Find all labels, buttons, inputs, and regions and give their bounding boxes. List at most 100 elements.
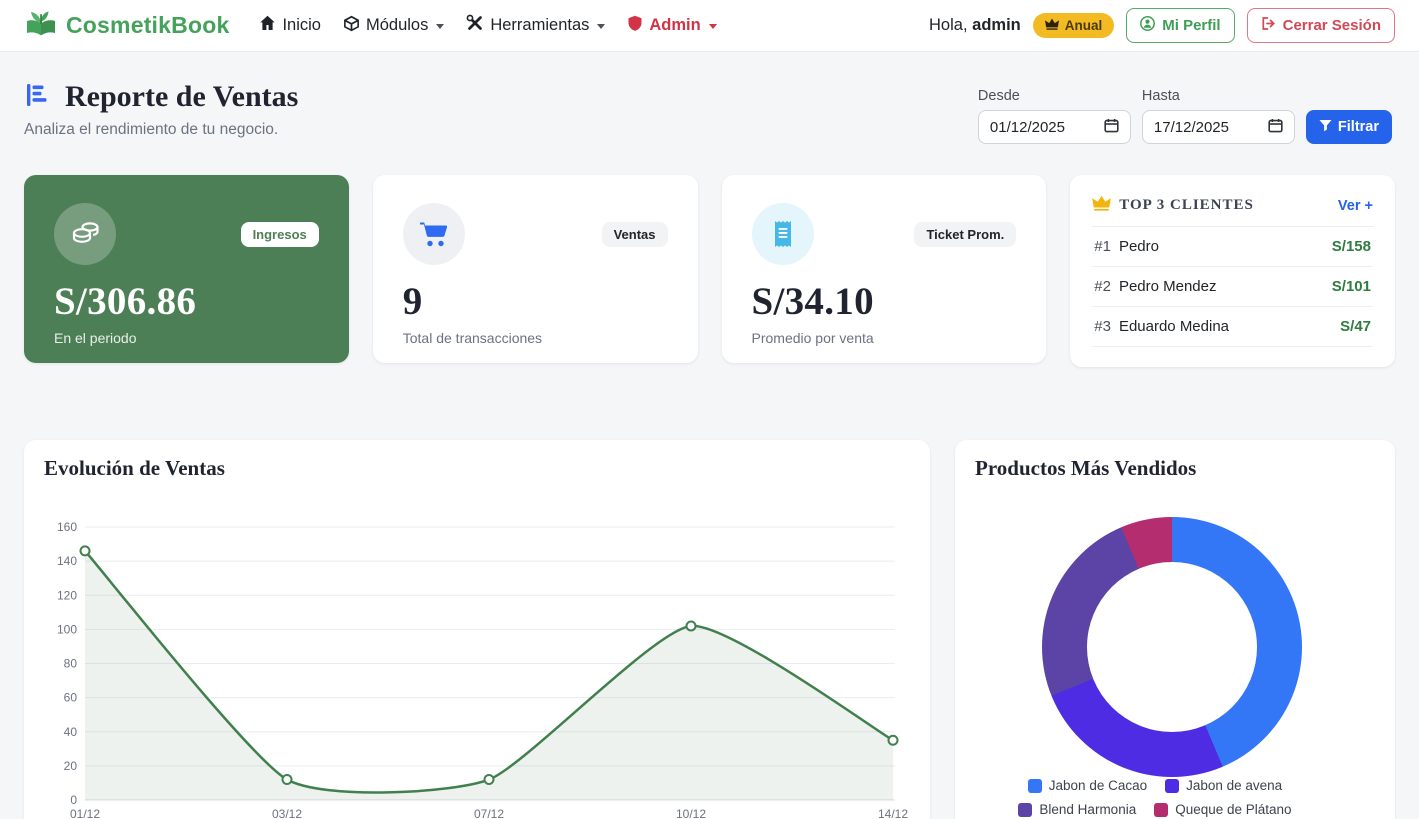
- nav-item-inicio[interactable]: Inicio: [259, 15, 321, 36]
- navbar: CosmetikBook Inicio Módulos: [0, 0, 1419, 52]
- svg-text:160: 160: [57, 520, 77, 534]
- nav-item-modulos[interactable]: Módulos: [343, 15, 444, 37]
- client-rank: #1: [1094, 238, 1111, 255]
- main-nav: Inicio Módulos Herramientas: [259, 14, 716, 37]
- home-icon: [259, 15, 276, 36]
- sales-line-chart: 02040608010012014016001/1203/1207/1210/1…: [44, 485, 910, 819]
- profile-button[interactable]: Mi Perfil: [1126, 8, 1234, 43]
- page-title: Reporte de Ventas: [65, 80, 298, 114]
- client-amount: S/47: [1340, 318, 1371, 335]
- shield-icon: [627, 15, 643, 37]
- brand[interactable]: CosmetikBook: [24, 8, 229, 43]
- kpi-value-ventas: 9: [403, 282, 668, 321]
- legend-item-2[interactable]: Jabon de avena: [1165, 778, 1282, 793]
- cart-icon: [403, 203, 465, 265]
- kpi-caption-ticket: Promedio por venta: [752, 330, 1017, 346]
- kpi-card-ingresos: Ingresos S/306.86 En el periodo: [24, 175, 349, 363]
- date-to-input[interactable]: 17/12/2025: [1142, 110, 1295, 144]
- products-donut-chart: [1042, 517, 1302, 777]
- funnel-icon: [1319, 119, 1332, 136]
- tools-icon: [466, 14, 484, 37]
- svg-text:60: 60: [64, 691, 78, 705]
- sales-evolution-card: Evolución de Ventas 02040608010012014016…: [24, 440, 930, 819]
- client-row-3: #3 Eduardo Medina S/47: [1092, 307, 1373, 347]
- client-name: Pedro Mendez: [1119, 278, 1217, 295]
- nav-item-herramientas[interactable]: Herramientas: [466, 14, 605, 37]
- chevron-down-icon: [597, 24, 605, 29]
- donut-legend: Jabon de Cacao Jabon de avena Blend Harmon…: [965, 778, 1345, 817]
- chevron-down-icon: [436, 24, 444, 29]
- legend-label: Blend Harmonia: [1039, 802, 1136, 817]
- svg-text:120: 120: [57, 588, 77, 602]
- kpi-badge-ticket: Ticket Prom.: [914, 222, 1016, 247]
- donut-chart-title: Productos Más Vendidos: [975, 456, 1375, 481]
- calendar-icon[interactable]: [1268, 118, 1283, 137]
- legend-swatch: [1028, 779, 1042, 793]
- nav-label-inicio: Inicio: [282, 16, 321, 35]
- svg-text:0: 0: [70, 793, 77, 807]
- client-rank: #3: [1094, 318, 1111, 335]
- navbar-right: Hola, admin Anual Mi Perfil: [929, 8, 1395, 43]
- brand-name: CosmetikBook: [66, 12, 229, 39]
- line-chart-title: Evolución de Ventas: [44, 456, 910, 481]
- crown-icon: [1045, 18, 1059, 33]
- username: admin: [972, 16, 1021, 34]
- nav-label-admin: Admin: [649, 16, 700, 35]
- legend-label: Queque de Plátano: [1175, 802, 1291, 817]
- cube-icon: [343, 15, 360, 37]
- profile-button-label: Mi Perfil: [1162, 17, 1220, 34]
- client-amount: S/101: [1332, 278, 1371, 295]
- svg-text:40: 40: [64, 725, 78, 739]
- filter-button-label: Filtrar: [1338, 119, 1379, 135]
- date-from-input[interactable]: 01/12/2025: [978, 110, 1131, 144]
- kpi-row: Ingresos S/306.86 En el periodo Ventas 9…: [24, 175, 1395, 367]
- top-products-card: Productos Más Vendidos Jabon de CacaoJab…: [955, 440, 1395, 819]
- kpi-caption-ventas: Total de transacciones: [403, 330, 668, 346]
- client-name: Eduardo Medina: [1119, 318, 1229, 335]
- svg-text:01/12: 01/12: [70, 807, 100, 819]
- calendar-icon[interactable]: [1104, 118, 1119, 137]
- svg-text:07/12: 07/12: [474, 807, 504, 819]
- client-row-2: #2 Pedro Mendez S/101: [1092, 267, 1373, 307]
- kpi-value-ticket: S/34.10: [752, 282, 1017, 321]
- plan-badge-label: Anual: [1065, 18, 1103, 33]
- svg-text:03/12: 03/12: [272, 807, 302, 819]
- date-from-label: Desde: [978, 88, 1131, 104]
- date-to-label: Hasta: [1142, 88, 1295, 104]
- date-from-value: 01/12/2025: [990, 119, 1065, 136]
- legend-item-3[interactable]: Blend Harmonia: [1018, 802, 1136, 817]
- page-header: Reporte de Ventas Analiza el rendimiento…: [24, 80, 298, 139]
- date-filters: Desde 01/12/2025 Hasta 17/12/2025: [978, 88, 1392, 144]
- donut-hole: [1087, 562, 1257, 732]
- svg-text:10/12: 10/12: [676, 807, 706, 819]
- client-rank: #2: [1094, 278, 1111, 295]
- client-row-1: #1 Pedro S/158: [1092, 227, 1373, 267]
- legend-item-1[interactable]: Jabon de Cacao: [1028, 778, 1147, 793]
- chevron-down-icon: [709, 24, 717, 29]
- logout-icon: [1261, 16, 1276, 35]
- date-to-group: Hasta 17/12/2025: [1142, 88, 1295, 144]
- coins-icon: [54, 203, 116, 265]
- legend-label: Jabon de Cacao: [1049, 778, 1147, 793]
- logout-button-label: Cerrar Sesión: [1283, 17, 1381, 34]
- top-clients-link[interactable]: Ver +: [1338, 198, 1373, 214]
- nav-item-admin[interactable]: Admin: [627, 15, 716, 37]
- svg-text:14/12: 14/12: [878, 807, 908, 819]
- kpi-badge-ventas: Ventas: [602, 222, 668, 247]
- legend-label: Jabon de avena: [1186, 778, 1282, 793]
- top-clients-title: TOP 3 CLIENTES: [1119, 197, 1254, 214]
- nav-label-herramientas: Herramientas: [490, 16, 589, 35]
- top-clients-card: TOP 3 CLIENTES Ver + #1 Pedro S/158 #2 P…: [1070, 175, 1395, 367]
- filter-button[interactable]: Filtrar: [1306, 110, 1392, 144]
- client-name: Pedro: [1119, 238, 1159, 255]
- client-amount: S/158: [1332, 238, 1371, 255]
- svg-text:100: 100: [57, 622, 77, 636]
- legend-swatch: [1154, 803, 1168, 817]
- nav-label-modulos: Módulos: [366, 16, 428, 35]
- legend-swatch: [1165, 779, 1179, 793]
- user-greeting: Hola, admin: [929, 16, 1021, 35]
- svg-text:20: 20: [64, 759, 78, 773]
- legend-item-4[interactable]: Queque de Plátano: [1154, 802, 1291, 817]
- plan-badge[interactable]: Anual: [1033, 13, 1115, 38]
- logout-button[interactable]: Cerrar Sesión: [1247, 8, 1395, 43]
